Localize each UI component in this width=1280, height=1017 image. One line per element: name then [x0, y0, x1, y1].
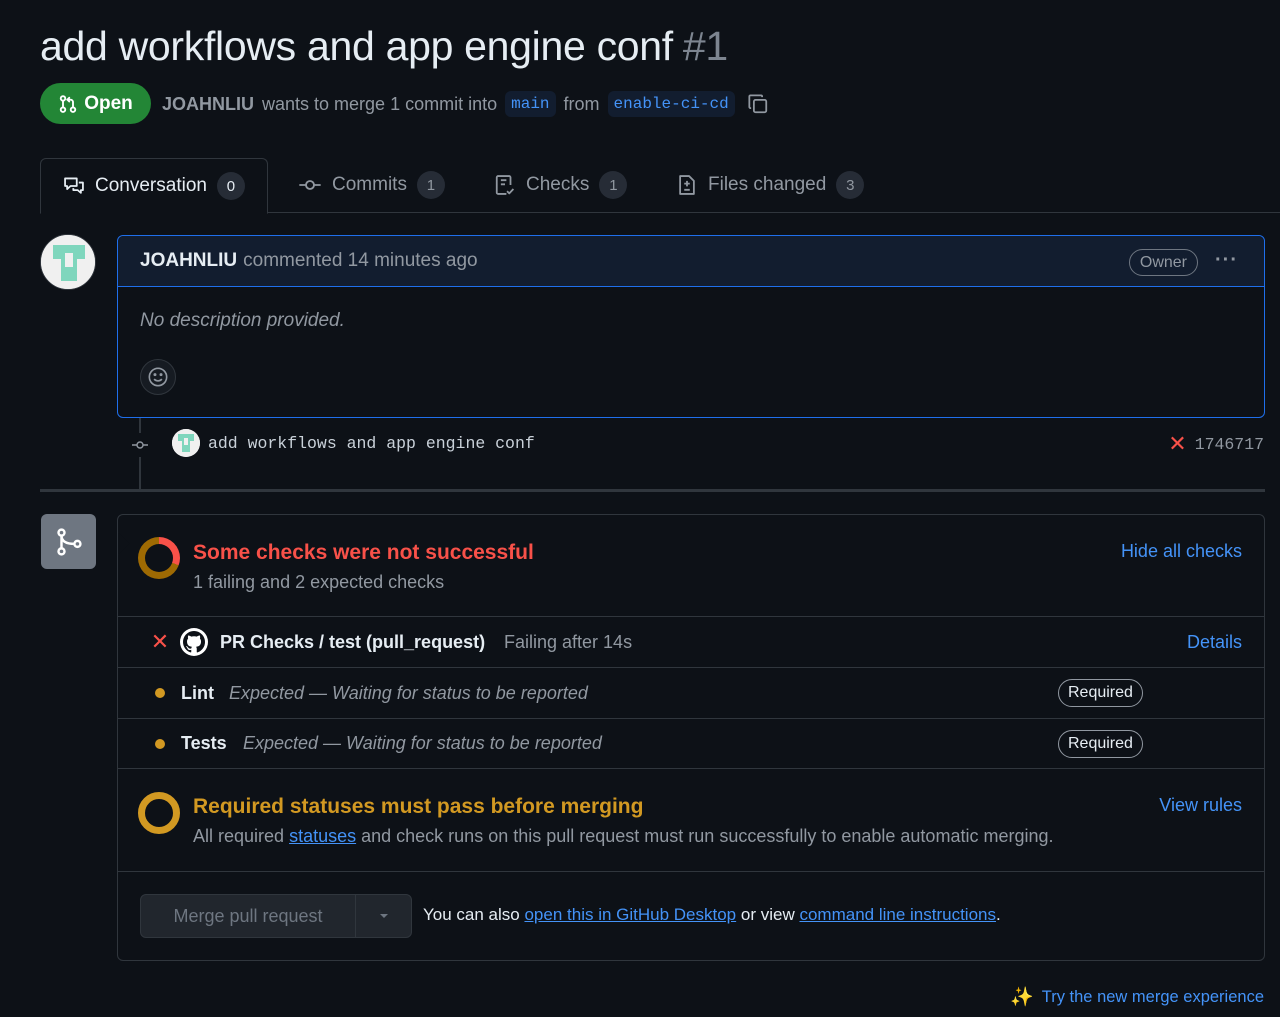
checks-summary-title: Some checks were not successful [193, 541, 534, 564]
pr-title: add workflows and app engine conf #1 [40, 20, 728, 72]
check-row-pr-checks: ✕ PR Checks / test (pull_request) Failin… [118, 616, 1264, 667]
check-row-lint: Lint Expected — Waiting for status to be… [118, 667, 1264, 718]
new-merge-experience: ✨ Try the new merge experience [1010, 985, 1264, 1009]
also-text: You can also [423, 905, 520, 924]
kebab-horizontal-icon[interactable]: ··· [1215, 250, 1238, 270]
tab-files-changed[interactable]: Files changed 3 [676, 158, 865, 212]
checks-summary-subtitle: 1 failing and 2 expected checks [193, 572, 445, 592]
required-text-before: All required [193, 826, 285, 846]
head-branch[interactable]: enable-ci-cd [607, 91, 735, 117]
or-view-text: or view [740, 905, 795, 924]
required-statuses-title: Required statuses must pass before mergi… [193, 795, 644, 818]
tab-counter: 1 [599, 171, 628, 199]
pr-author-link[interactable]: JOAHNLIU [162, 94, 254, 115]
comment-timestamp[interactable]: commented 14 minutes ago [243, 250, 477, 272]
comment-card: JOAHNLIU commented 14 minutes ago Owner … [117, 235, 1265, 418]
comment-discussion-icon [63, 175, 85, 197]
tab-counter: 1 [416, 171, 445, 199]
pr-meta: JOAHNLIU wants to merge 1 commit into ma… [162, 88, 769, 120]
check-description: Failing after 14s [504, 631, 633, 652]
check-details-link[interactable]: Details [1187, 632, 1242, 653]
statuses-link[interactable]: statuses [289, 826, 356, 846]
checks-summary: Some checks were not successful 1 failin… [118, 515, 1264, 617]
git-pull-request-icon [58, 94, 78, 114]
github-logo-icon [180, 628, 208, 656]
tab-counter: 0 [216, 172, 245, 200]
check-name: Lint [181, 682, 214, 703]
required-statuses-text: All required statuses and check runs on … [193, 826, 1053, 847]
git-commit-icon [128, 433, 152, 457]
timeline-divider [40, 489, 1265, 492]
check-name: PR Checks / test (pull_request) [220, 631, 486, 652]
tab-checks[interactable]: Checks 1 [494, 158, 628, 212]
pr-merge-text: wants to merge 1 commit into [262, 93, 498, 114]
comment-author[interactable]: JOAHNLIU [140, 250, 237, 272]
tab-counter: 3 [836, 171, 865, 199]
pending-ring-icon [138, 792, 180, 834]
merge-pull-request-button[interactable]: Merge pull request [141, 895, 356, 937]
dot-fill-icon [150, 688, 170, 698]
triangle-down-icon [378, 912, 390, 920]
commit-sha-link[interactable]: 1746717 [1195, 435, 1264, 454]
tab-commits[interactable]: Commits 1 [298, 158, 445, 212]
dot-fill-icon [150, 738, 170, 749]
tab-conversation[interactable]: Conversation 0 [40, 158, 268, 214]
merge-alternatives-text: You can also open this in GitHub Desktop… [423, 905, 1001, 925]
required-statuses-section: Required statuses must pass before mergi… [118, 769, 1264, 872]
pr-title-text: add workflows and app engine conf [40, 23, 673, 69]
check-description: Expected — Waiting for status to be repo… [229, 682, 588, 703]
check-name: Tests [181, 733, 227, 753]
x-icon: ✕ [150, 629, 170, 654]
checklist-icon [494, 174, 516, 196]
view-rules-link[interactable]: View rules [1159, 795, 1242, 816]
period-text: . [996, 905, 1001, 924]
x-icon[interactable]: ✕ [1168, 433, 1186, 455]
merge-box: Some checks were not successful 1 failin… [117, 514, 1265, 961]
pr-number: #1 [682, 23, 728, 69]
sparkles-icon: ✨ [1010, 987, 1034, 1008]
commit-author-avatar[interactable] [172, 429, 200, 457]
try-new-merge-experience-link[interactable]: Try the new merge experience [1042, 988, 1264, 1007]
comment-body: No description provided. [140, 310, 345, 331]
commit-status: ✕ 1746717 [1168, 433, 1264, 455]
author-avatar[interactable] [40, 234, 96, 290]
owner-label: Owner [1128, 249, 1198, 276]
pr-from-text: from [563, 93, 600, 114]
git-merge-icon [41, 514, 96, 569]
required-text-after: and check runs on this pull request must… [361, 826, 1054, 846]
merge-button-group: Merge pull request [140, 894, 412, 938]
tab-label: Commits [332, 174, 407, 195]
file-diff-icon [676, 174, 698, 196]
commit-message-link[interactable]: add workflows and app engine conf [208, 434, 535, 453]
pr-state-badge: Open [40, 83, 151, 124]
check-description: Expected — Waiting for status to be repo… [243, 733, 602, 753]
command-line-instructions-link[interactable]: command line instructions [799, 905, 996, 924]
hide-all-checks-button[interactable]: Hide all checks [1121, 541, 1242, 562]
tab-label: Checks [526, 174, 590, 195]
merge-method-dropdown[interactable] [356, 895, 411, 937]
smiley-icon [147, 366, 169, 388]
comment-header: JOAHNLIU commented 14 minutes ago Owner … [118, 236, 1264, 287]
add-reaction-button[interactable] [140, 359, 176, 395]
required-label: Required [1058, 729, 1143, 758]
checks-status-ring-icon [138, 537, 180, 579]
check-row-tests: Tests Expected — Waiting for status to b… [118, 718, 1264, 769]
copy-icon[interactable] [747, 93, 769, 115]
base-branch[interactable]: main [505, 91, 556, 117]
required-label: Required [1058, 679, 1143, 707]
pr-state-label: Open [84, 92, 133, 114]
tab-label: Files changed [708, 174, 827, 195]
git-commit-icon [298, 174, 322, 196]
tab-label: Conversation [95, 175, 207, 196]
open-desktop-link[interactable]: open this in GitHub Desktop [524, 905, 736, 924]
